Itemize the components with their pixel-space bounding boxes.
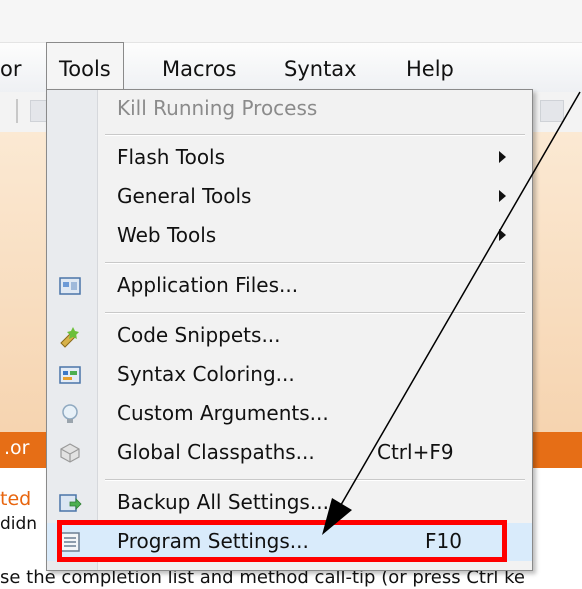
- annotation-arrow: [322, 91, 581, 535]
